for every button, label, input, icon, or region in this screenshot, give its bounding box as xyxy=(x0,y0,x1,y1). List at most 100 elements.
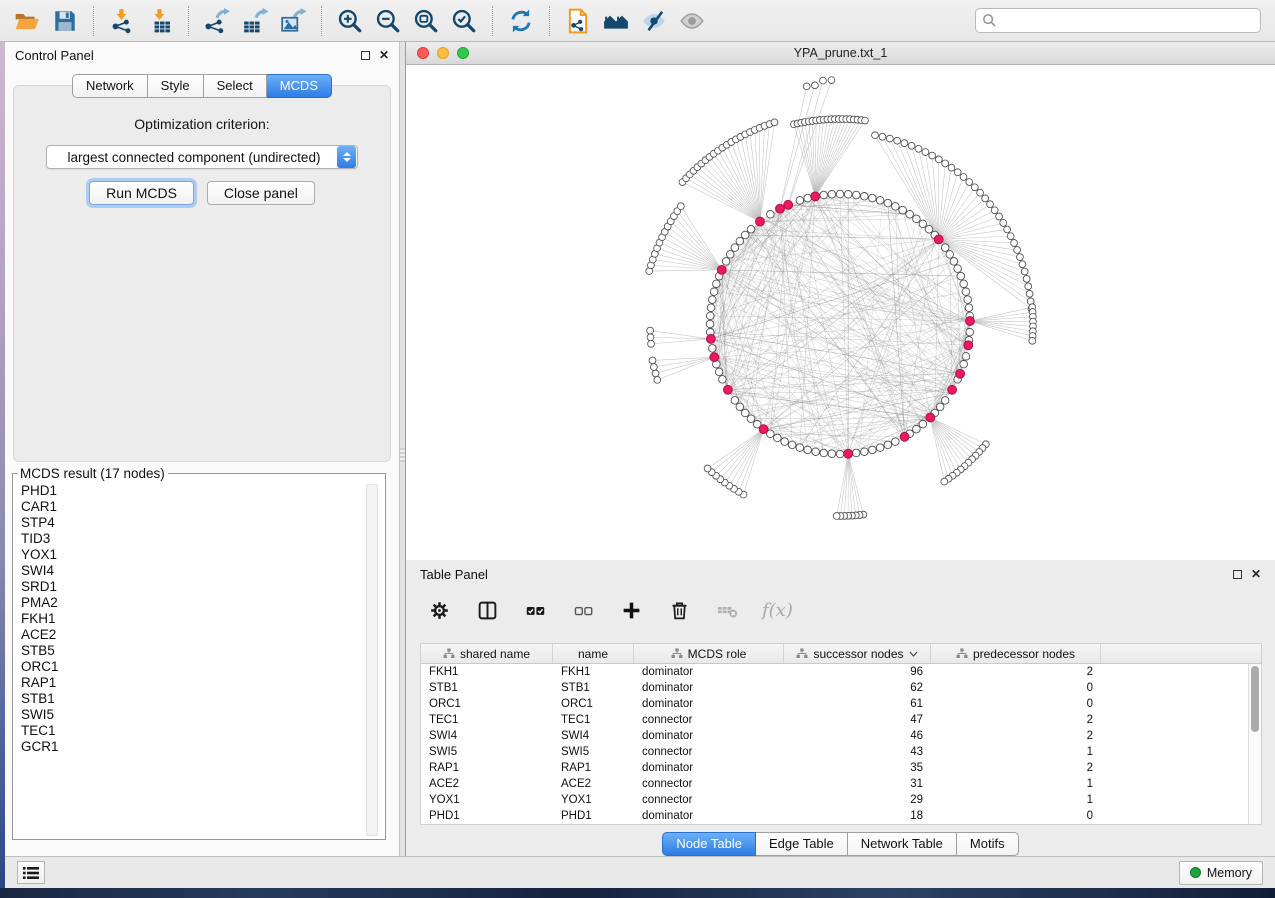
zoom-in-icon xyxy=(337,8,363,34)
table-row[interactable]: PHD1PHD1dominator180 xyxy=(421,808,1261,824)
column-header-MCDS-role[interactable]: MCDS role xyxy=(634,644,784,663)
panel-chooser-button[interactable] xyxy=(17,861,45,884)
tab-mcds[interactable]: MCDS xyxy=(267,74,332,98)
save-session-button[interactable] xyxy=(48,4,82,38)
table-row[interactable]: SWI4SWI4dominator462 xyxy=(421,728,1261,744)
table-settings-button[interactable] xyxy=(426,595,453,625)
mcds-result-item[interactable]: PHD1 xyxy=(21,483,361,499)
zoom-in-button[interactable] xyxy=(333,4,367,38)
mcds-result-item[interactable]: SWI5 xyxy=(21,707,361,723)
show-columns-button[interactable] xyxy=(474,595,501,625)
column-header-predecessor-nodes[interactable]: predecessor nodes xyxy=(931,644,1101,663)
import-network-button[interactable] xyxy=(105,4,139,38)
add-column-button[interactable] xyxy=(618,595,645,625)
home-icon xyxy=(603,8,629,34)
mcds-result-item[interactable]: SWI4 xyxy=(21,563,361,579)
open-session-button[interactable] xyxy=(10,4,44,38)
export-table-button[interactable] xyxy=(238,4,272,38)
mcds-result-item[interactable]: TID3 xyxy=(21,531,361,547)
trash-icon xyxy=(669,600,690,621)
home-button[interactable] xyxy=(599,4,633,38)
mcds-result-item[interactable]: ORC1 xyxy=(21,659,361,675)
gear-icon xyxy=(429,600,450,621)
mcds-result-item[interactable]: STP4 xyxy=(21,515,361,531)
export-image-button[interactable] xyxy=(276,4,310,38)
table-row[interactable]: FKH1FKH1dominator962 xyxy=(421,664,1261,680)
tab-select[interactable]: Select xyxy=(204,74,267,98)
toolbar-separator xyxy=(321,6,322,36)
cell-predecessor-nodes: 2 xyxy=(931,728,1101,744)
cell-name: TEC1 xyxy=(553,712,634,728)
table-row[interactable]: RAP1RAP1dominator352 xyxy=(421,760,1261,776)
cell-MCDS-role: connector xyxy=(634,744,784,760)
table-row[interactable]: SWI5SWI5connector431 xyxy=(421,744,1261,760)
import-network-icon xyxy=(109,8,135,34)
memory-button[interactable]: Memory xyxy=(1179,861,1263,885)
mcds-result-item[interactable]: ACE2 xyxy=(21,627,361,643)
cell-MCDS-role: dominator xyxy=(634,808,784,824)
table-scrollbar-thumb[interactable] xyxy=(1251,666,1259,732)
mcds-result-item[interactable]: CAR1 xyxy=(21,499,361,515)
deselect-all-button[interactable] xyxy=(570,595,597,625)
search-icon xyxy=(982,13,997,28)
network-window-titlebar[interactable]: YPA_prune.txt_1 xyxy=(406,42,1275,65)
table-scrollbar[interactable] xyxy=(1248,664,1261,824)
table-row[interactable]: YOX1YOX1connector291 xyxy=(421,792,1261,808)
column-header-shared-name[interactable]: shared name xyxy=(421,644,553,663)
share-document-button[interactable] xyxy=(561,4,595,38)
column-header-successor-nodes[interactable]: successor nodes xyxy=(784,644,931,663)
mcds-result-item[interactable]: STB1 xyxy=(21,691,361,707)
zoom-fit-button[interactable] xyxy=(409,4,443,38)
hide-selected-button[interactable] xyxy=(637,4,671,38)
zoom-selected-button[interactable] xyxy=(447,4,481,38)
close-panel-icon[interactable]: ✕ xyxy=(1251,569,1261,579)
tab-network-table[interactable]: Network Table xyxy=(848,832,957,856)
table-row[interactable]: ORC1ORC1dominator610 xyxy=(421,696,1261,712)
mcds-result-item[interactable]: GCR1 xyxy=(21,739,361,755)
tab-motifs[interactable]: Motifs xyxy=(957,832,1019,856)
network-canvas[interactable] xyxy=(406,65,1275,560)
cell-MCDS-role: dominator xyxy=(634,680,784,696)
float-panel-icon[interactable] xyxy=(361,51,370,60)
tab-node-table[interactable]: Node Table xyxy=(662,832,756,856)
list-icon xyxy=(22,865,40,881)
mcds-result-item[interactable]: PMA2 xyxy=(21,595,361,611)
show-all-button[interactable] xyxy=(675,4,709,38)
splitter-grip[interactable] xyxy=(400,448,405,462)
zoom-out-button[interactable] xyxy=(371,4,405,38)
refresh-button[interactable] xyxy=(504,4,538,38)
mcds-result-item[interactable]: RAP1 xyxy=(21,675,361,691)
close-panel-button[interactable]: Close panel xyxy=(207,181,315,205)
plus-icon xyxy=(621,600,642,621)
import-table-button[interactable] xyxy=(143,4,177,38)
mcds-result-item[interactable]: SRD1 xyxy=(21,579,361,595)
cell-successor-nodes: 43 xyxy=(784,744,931,760)
table-row[interactable]: TEC1TEC1connector472 xyxy=(421,712,1261,728)
mcds-result-item[interactable]: YOX1 xyxy=(21,547,361,563)
mcds-result-item[interactable]: STB5 xyxy=(21,643,361,659)
float-panel-icon[interactable] xyxy=(1233,570,1242,579)
window-maximize-icon[interactable] xyxy=(457,47,469,59)
window-minimize-icon[interactable] xyxy=(437,47,449,59)
table-row[interactable]: STB1STB1dominator620 xyxy=(421,680,1261,696)
export-network-button[interactable] xyxy=(200,4,234,38)
tab-style[interactable]: Style xyxy=(148,74,204,98)
window-close-icon[interactable] xyxy=(417,47,429,59)
tab-edge-table[interactable]: Edge Table xyxy=(756,832,848,856)
tab-network[interactable]: Network xyxy=(72,74,148,98)
cell-MCDS-role: connector xyxy=(634,776,784,792)
close-panel-icon[interactable]: ✕ xyxy=(379,50,389,60)
cell-shared-name: TEC1 xyxy=(421,712,553,728)
cell-name: RAP1 xyxy=(553,760,634,776)
delete-column-button[interactable] xyxy=(666,595,693,625)
cell-shared-name: SWI4 xyxy=(421,728,553,744)
table-row[interactable]: ACE2ACE2connector311 xyxy=(421,776,1261,792)
mcds-result-item[interactable]: TEC1 xyxy=(21,723,361,739)
column-header-name[interactable]: name xyxy=(553,644,634,663)
mcds-result-item[interactable]: FKH1 xyxy=(21,611,361,627)
select-all-button[interactable] xyxy=(522,595,549,625)
criterion-select[interactable]: largest connected component (undirected) xyxy=(46,145,358,169)
search-input[interactable] xyxy=(1002,13,1254,28)
result-list-scrollbar[interactable] xyxy=(366,484,378,836)
run-mcds-button[interactable]: Run MCDS xyxy=(89,181,194,205)
